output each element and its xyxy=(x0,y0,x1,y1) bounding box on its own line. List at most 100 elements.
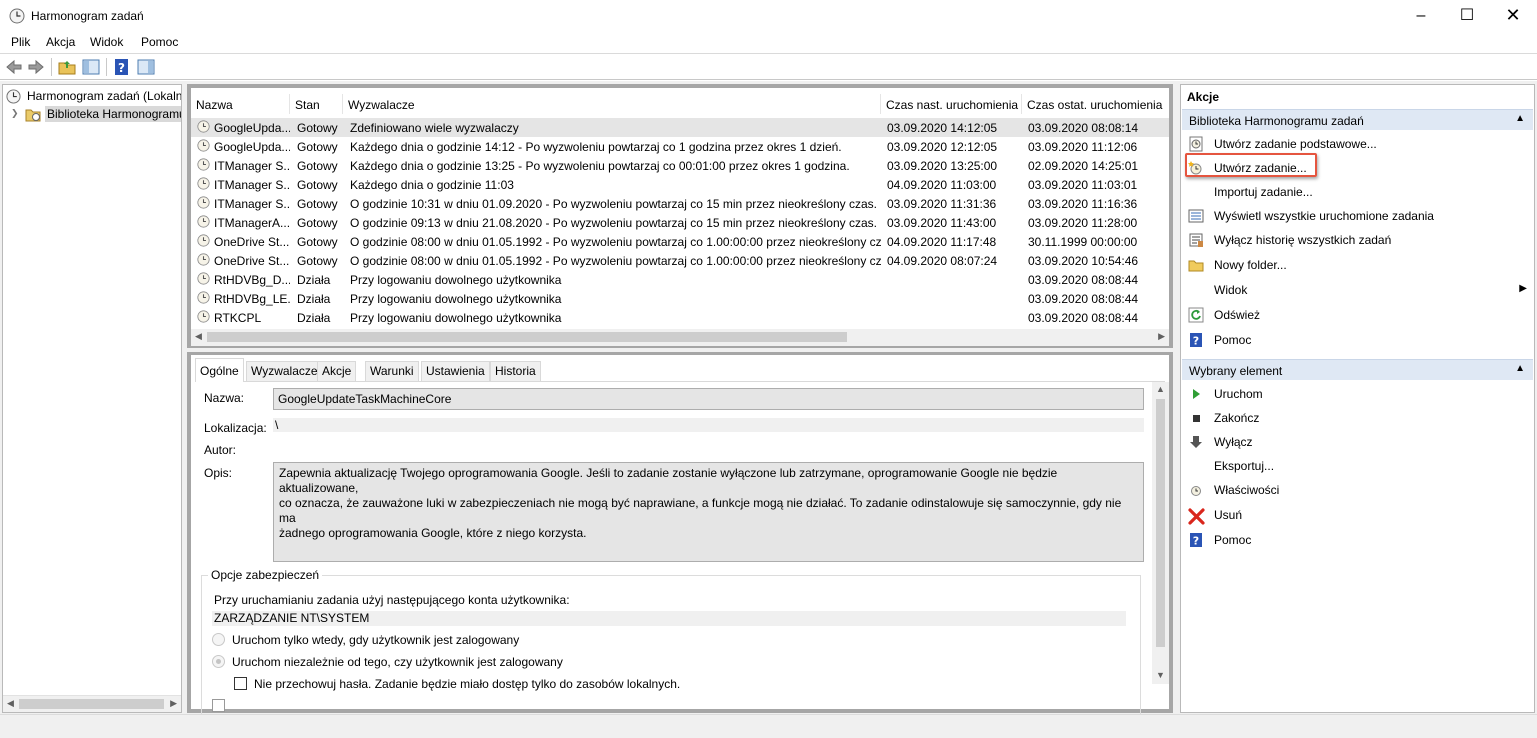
run-whether-logged-on-radio[interactable] xyxy=(212,655,225,668)
action-label: Importuj zadanie... xyxy=(1214,185,1313,199)
action-ods-wiez[interactable]: Odśwież xyxy=(1182,303,1533,327)
actions-section-selected-item[interactable]: Wybrany element ▲ xyxy=(1182,359,1533,380)
task-state-cell: Działa xyxy=(297,311,331,325)
action-pomoc[interactable]: ? Pomoc xyxy=(1182,528,1533,552)
action-importuj-zadanie[interactable]: Importuj zadanie... xyxy=(1182,180,1533,204)
name-field[interactable]: GoogleUpdateTaskMachineCore xyxy=(273,388,1144,410)
help-icon[interactable]: ? xyxy=(113,58,131,76)
action-pomoc[interactable]: ? Pomoc xyxy=(1182,328,1533,352)
svg-text:?: ? xyxy=(1193,535,1199,548)
task-trigger-cell: O godzinie 08:00 w dniu 01.05.1992 - Po … xyxy=(350,254,881,268)
column-header-next-run[interactable]: Czas nast. uruchomienia xyxy=(881,94,1022,114)
scroll-thumb[interactable] xyxy=(207,332,847,342)
action-wy-a-cz-historie-wszystkich-zadan[interactable]: Wyłącz historię wszystkich zadań xyxy=(1182,228,1533,252)
table-row[interactable]: ITManager S... Gotowy Każdego dnia o godzi… xyxy=(191,175,1169,194)
menu-widok[interactable]: Widok xyxy=(90,35,123,49)
table-row[interactable]: GoogleUpda... Gotowy Zdefiniowano wiele wy… xyxy=(191,118,1169,137)
clock-icon xyxy=(197,272,210,288)
details-vertical-scrollbar[interactable]: ▲ ▼ xyxy=(1152,382,1169,684)
task-trigger-cell: Każdego dnia o godzinie 14:12 - Po wyzwo… xyxy=(350,140,842,154)
table-row[interactable]: RtHDVBg_LE... Działa Przy logowaniu dowoln… xyxy=(191,289,1169,308)
menu-pomoc[interactable]: Pomoc xyxy=(141,35,178,49)
minimize-button[interactable]: – xyxy=(1398,0,1444,31)
action-usun[interactable]: Usuń xyxy=(1182,503,1533,527)
menu-akcja[interactable]: Akcja xyxy=(46,35,75,49)
action-utwo-rz-zadanie[interactable]: Utwórz zadanie... xyxy=(1182,153,1533,180)
tab-general[interactable]: Ogólne xyxy=(195,358,244,382)
security-options-title: Opcje zabezpieczeń xyxy=(208,568,323,582)
table-row[interactable]: OneDrive St... Gotowy O godzinie 08:00 w d… xyxy=(191,232,1169,251)
action-zakon-cz[interactable]: Zakończ xyxy=(1182,406,1533,430)
tab-settings[interactable]: Ustawienia xyxy=(421,361,490,381)
details-tabs: Ogólne Wyzwalacze Akcje Warunki Ustawien… xyxy=(195,358,1165,382)
close-button[interactable]: ✕ xyxy=(1490,0,1536,31)
task-trigger-cell: O godzinie 08:00 w dniu 01.05.1992 - Po … xyxy=(350,235,881,249)
tree-library-item[interactable]: ❯ Biblioteka Harmonogramu zadań xyxy=(3,105,181,123)
task-trigger-cell: Przy logowaniu dowolnego użytkownika xyxy=(350,311,562,325)
show-hide-tree-icon[interactable] xyxy=(82,58,100,76)
toolbar-separator xyxy=(106,58,107,76)
tree-horizontal-scrollbar[interactable]: ◀ ▶ xyxy=(3,695,181,712)
tab-triggers[interactable]: Wyzwalacze xyxy=(246,361,323,381)
do-not-store-password-label: Nie przechowuj hasła. Zadanie będzie mia… xyxy=(254,677,681,691)
task-state-cell: Gotowy xyxy=(297,178,338,192)
tab-actions[interactable]: Akcje xyxy=(317,361,357,381)
tree-root-item[interactable]: Harmonogram zadań (Lokalny) xyxy=(3,87,181,105)
task-state-cell: Gotowy xyxy=(297,140,338,154)
show-hide-action-pane-icon[interactable] xyxy=(137,58,155,76)
action-widok[interactable]: Widok ▶ xyxy=(1182,278,1533,302)
description-line: żadnego oprogramowania Google, które z n… xyxy=(279,526,587,540)
scroll-down-icon[interactable]: ▼ xyxy=(1156,670,1165,680)
actions-section-library[interactable]: Biblioteka Harmonogramu zadań ▲ xyxy=(1182,109,1533,130)
location-field[interactable]: \ xyxy=(273,418,1144,432)
scroll-left-icon[interactable]: ◀ xyxy=(195,331,202,342)
action-wys-wietl-wszystkie-uruchomione-zadania[interactable]: Wyświetl wszystkie uruchomione zadania xyxy=(1182,204,1533,228)
table-row[interactable]: RTKCPL Działa Przy logowaniu dowolnego uży… xyxy=(191,308,1169,327)
table-row[interactable]: ITManagerA... Gotowy O godzinie 09:13 w dn… xyxy=(191,213,1169,232)
action-w-as-ciwos-ci[interactable]: Właściwości xyxy=(1182,478,1533,502)
action-wy-a-cz[interactable]: Wyłącz xyxy=(1182,430,1533,454)
column-header-last-run[interactable]: Czas ostat. uruchomienia xyxy=(1022,94,1169,114)
menu-bar: Plik Akcja Widok Pomoc xyxy=(0,31,1537,53)
table-row[interactable]: ITManager S... Gotowy O godzinie 10:31 w d… xyxy=(191,194,1169,213)
menu-plik[interactable]: Plik xyxy=(11,35,30,49)
back-arrow-icon[interactable] xyxy=(5,58,23,76)
task-name-cell: ITManager S... xyxy=(214,197,290,211)
maximize-button[interactable]: ☐ xyxy=(1444,0,1490,31)
scroll-thumb[interactable] xyxy=(19,699,164,709)
up-folder-icon[interactable] xyxy=(58,58,76,76)
action-nowy-folder[interactable]: Nowy folder... xyxy=(1182,253,1533,277)
scroll-right-icon[interactable]: ▶ xyxy=(170,698,177,709)
action-uruchom[interactable]: Uruchom xyxy=(1182,382,1533,406)
scroll-right-icon[interactable]: ▶ xyxy=(1158,331,1165,342)
task-name-cell: ITManager S... xyxy=(214,159,290,173)
column-header-name[interactable]: Nazwa xyxy=(191,94,290,114)
scroll-left-icon[interactable]: ◀ xyxy=(7,698,14,709)
column-header-triggers[interactable]: Wyzwalacze xyxy=(343,94,881,114)
collapse-up-icon[interactable]: ▲ xyxy=(1515,113,1525,124)
action-eksportuj[interactable]: Eksportuj... xyxy=(1182,454,1533,478)
task-list-horizontal-scrollbar[interactable]: ◀ ▶ xyxy=(191,329,1169,346)
table-row[interactable]: OneDrive St... Gotowy O godzinie 08:00 w d… xyxy=(191,251,1169,270)
scroll-up-icon[interactable]: ▲ xyxy=(1156,384,1165,394)
description-field[interactable]: Zapewnia aktualizację Twojego oprogramow… xyxy=(273,462,1144,562)
scroll-thumb[interactable] xyxy=(1156,399,1165,647)
author-label: Autor: xyxy=(204,443,237,457)
tab-history[interactable]: Historia xyxy=(490,361,541,381)
svg-text:?: ? xyxy=(1193,335,1199,348)
partial-checkbox[interactable] xyxy=(212,699,225,712)
table-row[interactable]: ITManager S... Gotowy Każdego dnia o godzi… xyxy=(191,156,1169,175)
forward-arrow-icon[interactable] xyxy=(27,58,45,76)
run-when-logged-on-radio[interactable] xyxy=(212,633,225,646)
table-row[interactable]: GoogleUpda... Gotowy Każdego dnia o godzin… xyxy=(191,137,1169,156)
tab-conditions[interactable]: Warunki xyxy=(365,361,419,381)
column-header-state[interactable]: Stan xyxy=(290,94,343,114)
actions-title: Akcje xyxy=(1187,90,1220,104)
svg-text:?: ? xyxy=(118,61,125,75)
expand-chevron-icon[interactable]: ❯ xyxy=(11,108,19,119)
center-pane: Nazwa Stan Wyzwalacze Czas nast. uruchom… xyxy=(187,84,1173,725)
do-not-store-password-checkbox[interactable] xyxy=(234,677,247,690)
collapse-up-icon[interactable]: ▲ xyxy=(1515,363,1525,374)
clock-icon xyxy=(197,215,210,231)
table-row[interactable]: RtHDVBg_D... Działa Przy logowaniu dowolne… xyxy=(191,270,1169,289)
